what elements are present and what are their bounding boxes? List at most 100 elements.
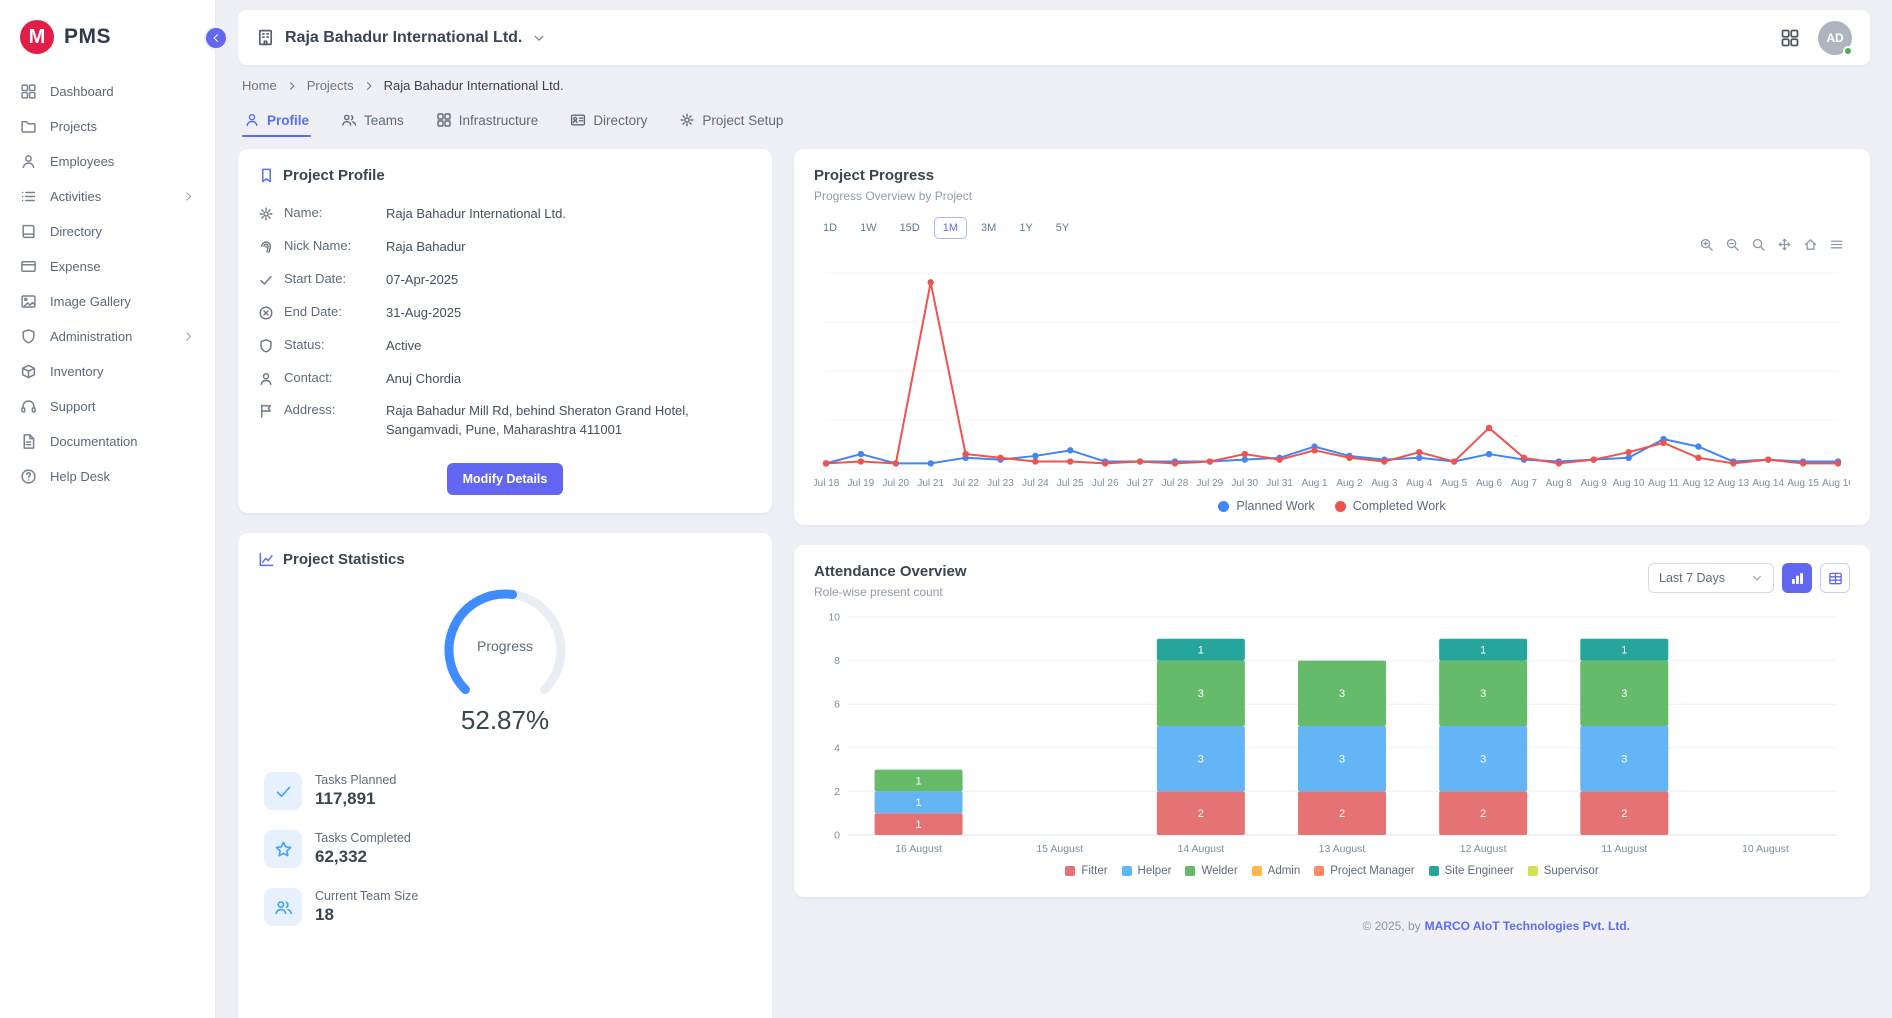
stat-value: 117,891 <box>315 789 396 809</box>
stat-team-size: Current Team Size18 <box>258 878 752 936</box>
legend-item-project-manager[interactable]: Project Manager <box>1314 865 1414 877</box>
svg-text:3: 3 <box>1480 688 1486 700</box>
field-label: Address: <box>284 402 376 417</box>
legend-label: Project Manager <box>1330 865 1414 877</box>
sidebar-item-image-gallery[interactable]: Image Gallery <box>0 284 215 319</box>
sidebar-item-employees[interactable]: Employees <box>0 144 215 179</box>
range-5y[interactable]: 5Y <box>1047 217 1078 239</box>
legend-item-helper[interactable]: Helper <box>1122 865 1172 877</box>
legend-item-site-engineer[interactable]: Site Engineer <box>1429 865 1514 877</box>
sidebar-item-documentation[interactable]: Documentation <box>0 424 215 459</box>
legend-item-fitter[interactable]: Fitter <box>1065 865 1107 877</box>
project-progress-card: Project Progress Progress Overview by Pr… <box>794 149 1870 525</box>
sidebar-item-label: Activities <box>50 189 101 204</box>
id-card-icon <box>570 112 586 128</box>
chevron-right-icon <box>286 80 298 92</box>
range-1w[interactable]: 1W <box>851 217 886 239</box>
left-column: Project Profile Name:Raja Bahadur Intern… <box>238 149 772 1018</box>
attendance-header: Attendance Overview Role-wise present co… <box>814 563 1850 599</box>
range-1m[interactable]: 1M <box>934 217 967 239</box>
card-title-row: Project Progress <box>814 167 1850 184</box>
company-link[interactable]: MARCO AIoT Technologies Pvt. Ltd. <box>1425 919 1630 933</box>
sidebar-item-inventory[interactable]: Inventory <box>0 354 215 389</box>
svg-text:15 August: 15 August <box>1036 843 1083 855</box>
svg-text:1: 1 <box>916 776 922 788</box>
svg-text:Jul 27: Jul 27 <box>1127 478 1154 489</box>
pan-icon[interactable] <box>1777 237 1792 252</box>
svg-text:3: 3 <box>1339 754 1345 766</box>
box-icon <box>20 363 37 380</box>
project-profile-card: Project Profile Name:Raja Bahadur Intern… <box>238 149 772 513</box>
chevron-right-icon <box>182 190 195 203</box>
svg-text:2: 2 <box>1339 808 1345 820</box>
zoom-in-icon[interactable] <box>1699 237 1714 252</box>
zoom-out-icon[interactable] <box>1725 237 1740 252</box>
stat-tasks-completed: Tasks Completed62,332 <box>258 820 752 878</box>
app-logo[interactable]: M PMS <box>0 12 215 74</box>
legend-item-admin[interactable]: Admin <box>1252 865 1301 877</box>
chart-view-button[interactable] <box>1782 563 1812 593</box>
tab-infrastructure[interactable]: Infrastructure <box>434 103 541 139</box>
table-view-button[interactable] <box>1820 563 1850 593</box>
svg-text:12 August: 12 August <box>1460 843 1507 855</box>
range-15d[interactable]: 15D <box>891 217 929 239</box>
legend-item-supervisor[interactable]: Supervisor <box>1528 865 1599 877</box>
folder-icon <box>20 118 37 135</box>
svg-text:Aug 4: Aug 4 <box>1406 478 1433 489</box>
breadcrumb-home[interactable]: Home <box>242 78 277 93</box>
svg-text:3: 3 <box>1480 754 1486 766</box>
sidebar-item-dashboard[interactable]: Dashboard <box>0 74 215 109</box>
progress-line-chart[interactable]: Jul 18Jul 19Jul 20Jul 21Jul 22Jul 23Jul … <box>814 261 1850 493</box>
company-selector[interactable]: Raja Bahadur International Ltd. <box>256 28 546 47</box>
modify-details-button[interactable]: Modify Details <box>447 463 564 495</box>
tab-project-setup[interactable]: Project Setup <box>677 103 785 139</box>
star-icon <box>264 830 302 868</box>
sidebar-collapse-button[interactable] <box>204 26 228 50</box>
list-icon <box>20 188 37 205</box>
stat-label: Tasks Planned <box>315 773 396 787</box>
tab-profile[interactable]: Profile <box>242 103 311 139</box>
legend-item-planned-work[interactable]: Planned Work <box>1218 499 1314 513</box>
legend-item-welder[interactable]: Welder <box>1185 865 1237 877</box>
company-name: Raja Bahadur International Ltd. <box>285 29 522 47</box>
apps-grid-button[interactable] <box>1780 28 1800 48</box>
tab-label: Project Setup <box>702 113 783 128</box>
tab-teams[interactable]: Teams <box>339 103 406 139</box>
svg-text:Jul 24: Jul 24 <box>1022 478 1049 489</box>
person-icon <box>20 153 37 170</box>
date-range-select[interactable]: Last 7 Days <box>1648 563 1774 593</box>
sidebar-item-administration[interactable]: Administration <box>0 319 215 354</box>
breadcrumb-projects[interactable]: Projects <box>307 78 354 93</box>
legend-item-completed-work[interactable]: Completed Work <box>1335 499 1446 513</box>
sidebar-item-activities[interactable]: Activities <box>0 179 215 214</box>
svg-text:Aug 2: Aug 2 <box>1336 478 1363 489</box>
home-reset-icon[interactable] <box>1803 237 1818 252</box>
chart-line-icon <box>258 551 275 568</box>
sidebar-item-support[interactable]: Support <box>0 389 215 424</box>
svg-text:Aug 8: Aug 8 <box>1546 478 1573 489</box>
chart-menu-icon[interactable] <box>1829 237 1844 252</box>
attendance-bar-chart[interactable]: 024681011116 August15 August233114 Augus… <box>814 607 1850 859</box>
tab-directory[interactable]: Directory <box>568 103 649 139</box>
image-icon <box>20 293 37 310</box>
field-end-date: End Date:31-Aug-2025 <box>258 297 752 330</box>
shield-icon <box>20 328 37 345</box>
stat-label: Current Team Size <box>315 889 418 903</box>
sidebar-item-directory[interactable]: Directory <box>0 214 215 249</box>
field-value: 31-Aug-2025 <box>386 304 752 323</box>
range-3m[interactable]: 3M <box>972 217 1005 239</box>
svg-text:10 August: 10 August <box>1742 843 1789 855</box>
footer: © 2025, byMARCO AIoT Technologies Pvt. L… <box>794 917 1870 947</box>
svg-text:11 August: 11 August <box>1601 843 1647 855</box>
sidebar-item-projects[interactable]: Projects <box>0 109 215 144</box>
field-start-date: Start Date:07-Apr-2025 <box>258 264 752 297</box>
sidebar-item-help-desk[interactable]: Help Desk <box>0 459 215 494</box>
avatar[interactable]: AD <box>1818 21 1852 55</box>
range-1d[interactable]: 1D <box>814 217 846 239</box>
sidebar-item-expense[interactable]: Expense <box>0 249 215 284</box>
legend-label: Site Engineer <box>1445 865 1514 877</box>
selection-zoom-icon[interactable] <box>1751 237 1766 252</box>
range-1y[interactable]: 1Y <box>1010 217 1041 239</box>
svg-text:Aug 15: Aug 15 <box>1787 478 1819 489</box>
completed-legend-dot <box>1335 501 1346 512</box>
